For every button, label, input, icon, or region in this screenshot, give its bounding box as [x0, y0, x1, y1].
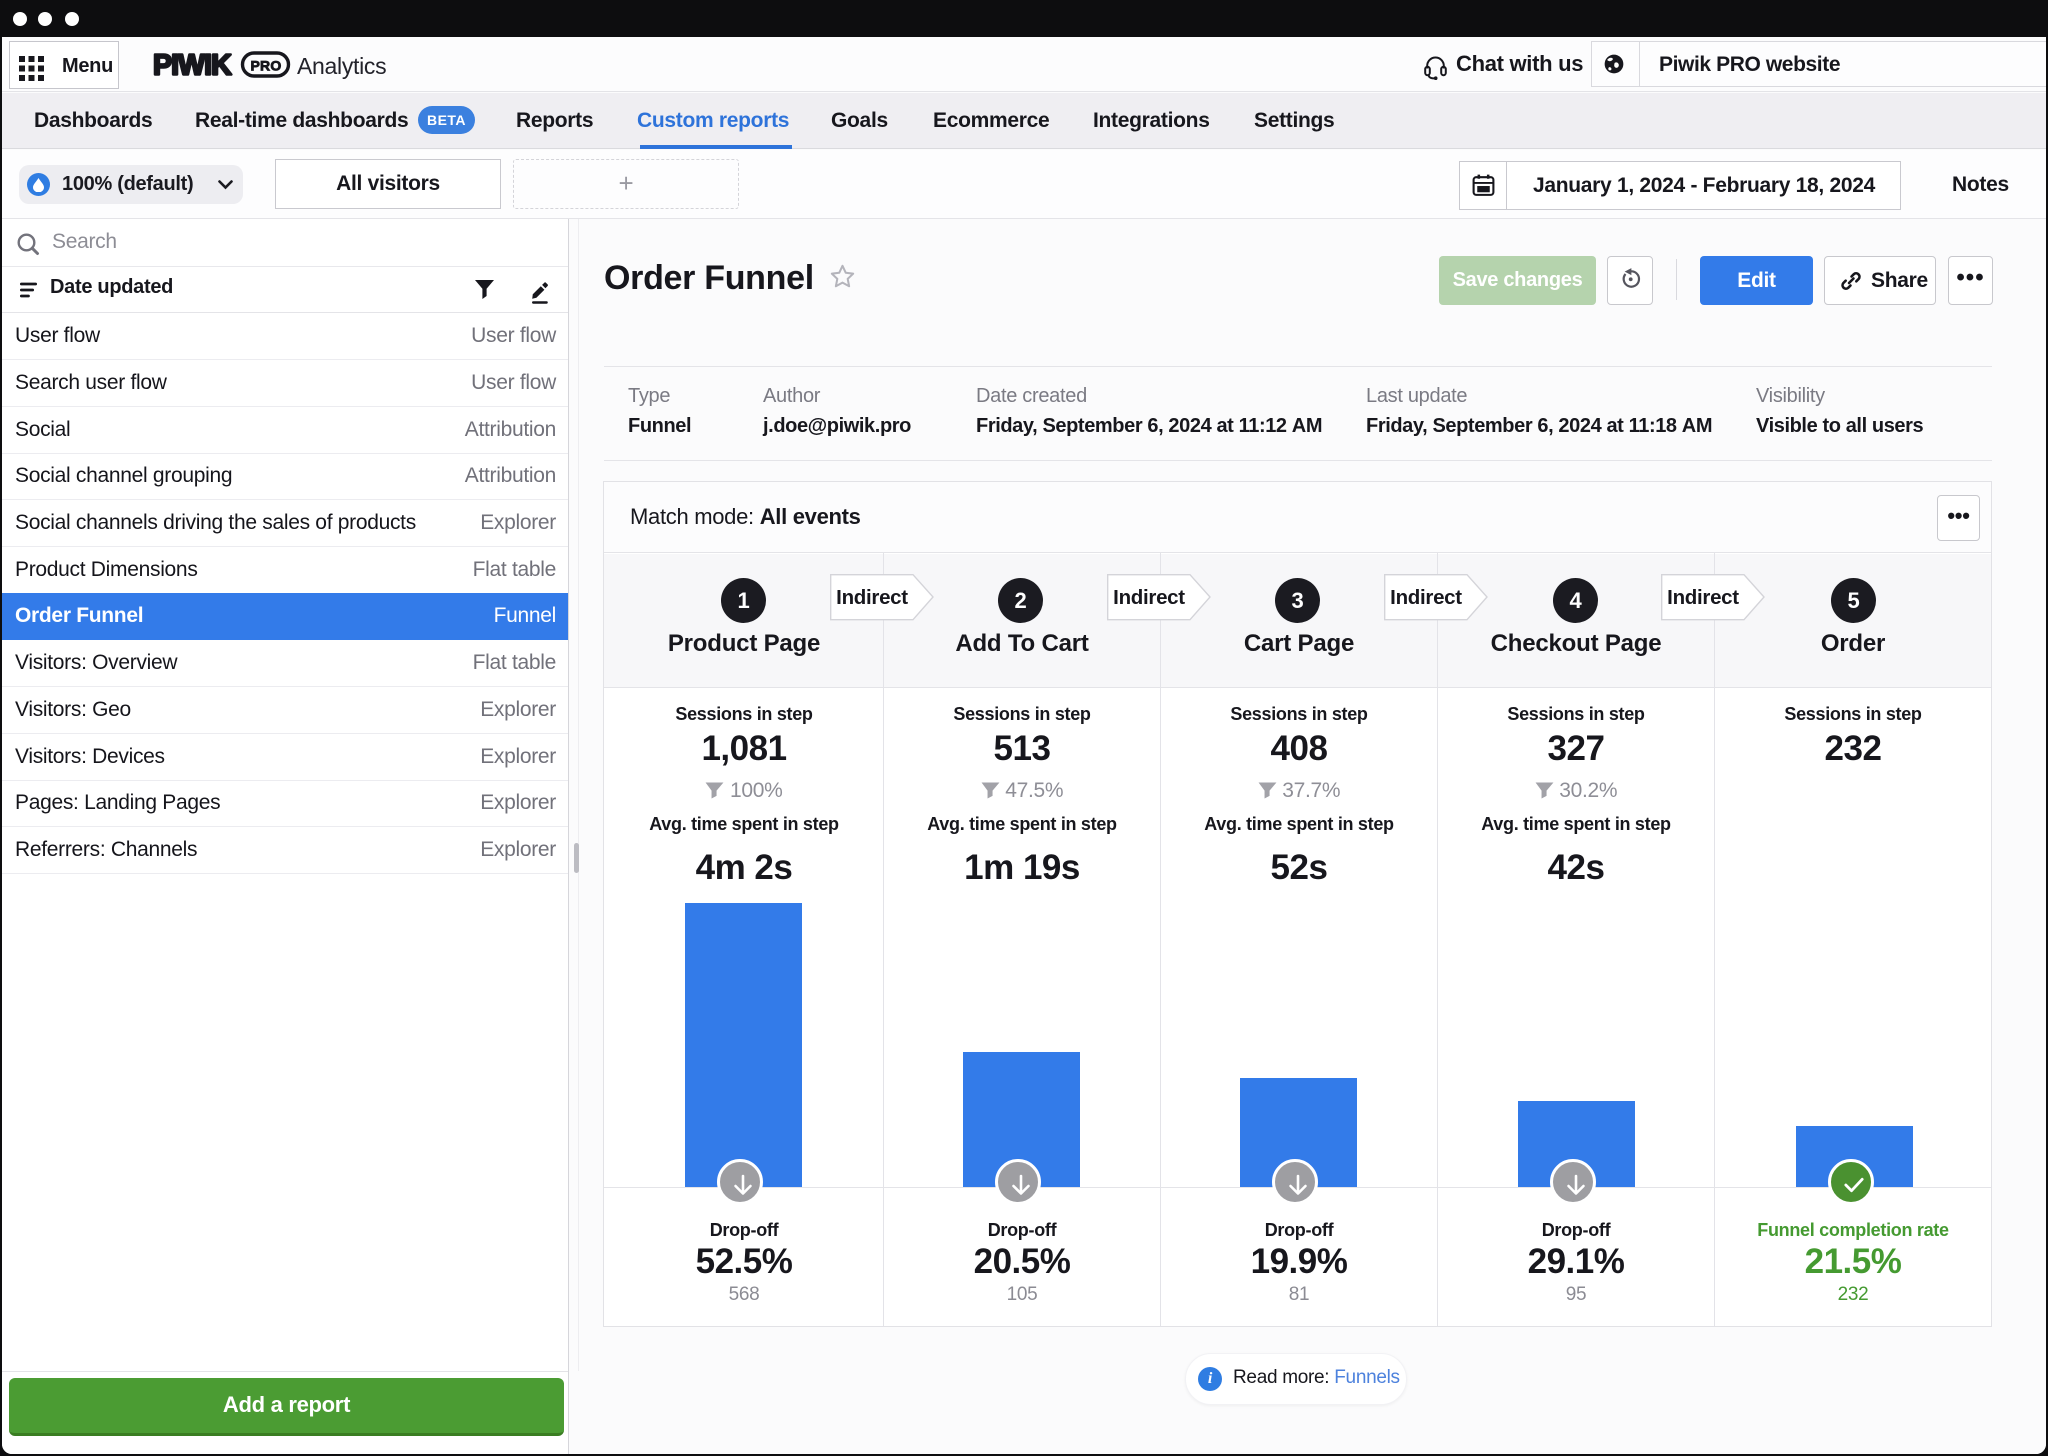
svg-text:Indirect: Indirect [1390, 586, 1462, 609]
svg-text:PIWIK: PIWIK [153, 50, 232, 80]
svg-text:Indirect: Indirect [836, 586, 908, 609]
svg-text:PRO: PRO [251, 58, 282, 74]
svg-text:Indirect: Indirect [1113, 586, 1185, 609]
svg-text:Indirect: Indirect [1667, 586, 1739, 609]
